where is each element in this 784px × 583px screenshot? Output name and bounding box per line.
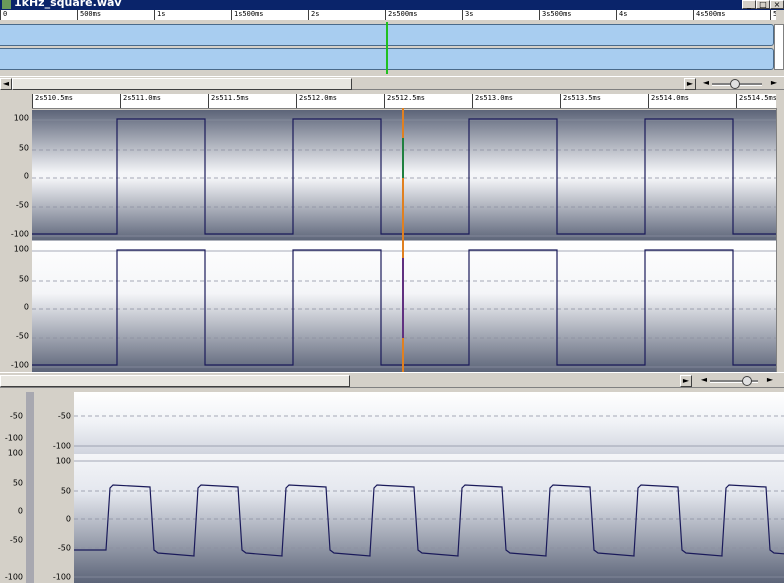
lower-left-amplitude-axis: -50 -100 100 50 0 -50 -100 <box>0 392 27 583</box>
amplitude-tick-label: 50 <box>60 486 71 496</box>
amplitude-tick-label: -50 <box>57 543 71 553</box>
ruler-tick-label: 3s <box>462 10 473 20</box>
ruler-corner <box>0 94 32 108</box>
amplitude-tick-label: 50 <box>18 274 29 284</box>
overview-hscrollbar[interactable]: ◄ ► ◄ ► <box>0 76 784 90</box>
window-title: 1kHz_square.wav <box>14 0 122 9</box>
amplitude-tick-label: 100 <box>13 113 29 123</box>
amplitude-tick-label: -50 <box>15 331 29 341</box>
main-waveform-svg[interactable] <box>32 108 776 372</box>
app-icon <box>2 0 11 9</box>
ruler-tick-label: 4s <box>616 10 627 20</box>
close-button[interactable]: × <box>770 0 784 9</box>
amplitude-tick-label: 0 <box>23 302 29 312</box>
lower-left-divider <box>26 392 34 583</box>
lower-channel-amplitude-axis: -50 -100 100 50 0 -50 -100 <box>34 392 74 583</box>
amplitude-tick-label: 50 <box>18 143 29 153</box>
overview-vscroll[interactable] <box>774 24 784 70</box>
ruler-tick-label: 2s513.0ms <box>472 94 513 108</box>
ruler-tick-label: 3s500ms <box>539 10 572 20</box>
amplitude-tick-label: 100 <box>55 456 71 466</box>
overview-playhead[interactable] <box>386 22 388 74</box>
title-bar: 1kHz_square.wav _ □ × <box>0 0 784 10</box>
overview-scroll-thumb[interactable] <box>12 78 352 90</box>
overview-panel[interactable] <box>0 20 784 76</box>
amplitude-tick-label: -50 <box>9 411 23 421</box>
amplitude-tick-label: 0 <box>23 171 29 181</box>
ruler-tick-label: 2s512.5ms <box>384 94 425 108</box>
main-scroll-thumb[interactable] <box>0 375 350 387</box>
amplitude-tick-label: 0 <box>65 514 71 524</box>
zoom-in-icon[interactable]: ► <box>768 78 780 90</box>
amplitude-tick-label: -100 <box>10 229 29 239</box>
ruler-tick-label: 5s <box>770 10 776 20</box>
ruler-tick-label: 1s500ms <box>231 10 264 20</box>
amplitude-tick-label: -50 <box>15 200 29 210</box>
main-vscroll[interactable] <box>776 108 784 372</box>
ruler-tick-label: 2s514.0ms <box>648 94 689 108</box>
amplitude-tick-label: -100 <box>4 572 23 582</box>
ruler-tick-label: 2s514.5ms <box>736 94 776 108</box>
amplitude-tick-label: -50 <box>57 411 71 421</box>
ruler-tick-label: 2s510.5ms <box>32 94 73 108</box>
amplitude-tick-label: 100 <box>7 448 23 458</box>
main-zoom-in-icon[interactable]: ► <box>764 375 776 387</box>
main-amplitude-axis: 100 50 0 -50 -100 100 50 0 -50 -100 <box>0 108 32 372</box>
main-scroll-right-icon[interactable]: ► <box>680 375 692 387</box>
amplitude-tick-label: -100 <box>10 360 29 370</box>
zoom-out-icon[interactable]: ◄ <box>700 78 712 90</box>
main-hscrollbar[interactable]: ► ◄ ► <box>0 372 784 388</box>
amplitude-tick-label: -100 <box>52 441 71 451</box>
zoom-slider-knob[interactable] <box>730 79 740 89</box>
ruler-tick-label: 2s512.0ms <box>296 94 337 108</box>
maximize-button[interactable]: □ <box>756 0 770 9</box>
main-timeline-ruler[interactable]: 2s510.5ms 2s511.0ms 2s511.5ms 2s512.0ms 2s51… <box>32 94 776 109</box>
ruler-tick-label: 4s500ms <box>693 10 726 20</box>
ruler-tick-label: 2s511.0ms <box>120 94 161 108</box>
ruler-tick-label: 2s500ms <box>385 10 418 20</box>
scroll-right-icon[interactable]: ► <box>684 78 696 90</box>
ruler-tick-label: 0 <box>0 10 7 20</box>
close-icon: × <box>773 0 781 9</box>
amplitude-tick-label: 50 <box>12 478 23 488</box>
amplitude-tick-label: -100 <box>52 572 71 582</box>
amplitude-tick-label: -50 <box>9 535 23 545</box>
amplitude-tick-label: 100 <box>13 244 29 254</box>
ruler-tick-label: 2s513.5ms <box>560 94 601 108</box>
recorded-waveform <box>74 484 784 557</box>
main-zoom-out-icon[interactable]: ◄ <box>698 375 710 387</box>
amplitude-tick-label: -100 <box>4 433 23 443</box>
ruler-tick-label: 500ms <box>77 10 101 20</box>
ruler-tick-label: 2s <box>308 10 319 20</box>
ruler-tick-label: 2s511.5ms <box>208 94 249 108</box>
scroll-left-icon[interactable]: ◄ <box>0 78 12 90</box>
amplitude-tick-label: 0 <box>17 506 23 516</box>
minimize-button[interactable]: _ <box>742 0 756 9</box>
lower-waveform-svg[interactable] <box>74 392 784 583</box>
main-zoom-slider-knob[interactable] <box>742 376 752 386</box>
ruler-tick-label: 1s <box>154 10 165 20</box>
